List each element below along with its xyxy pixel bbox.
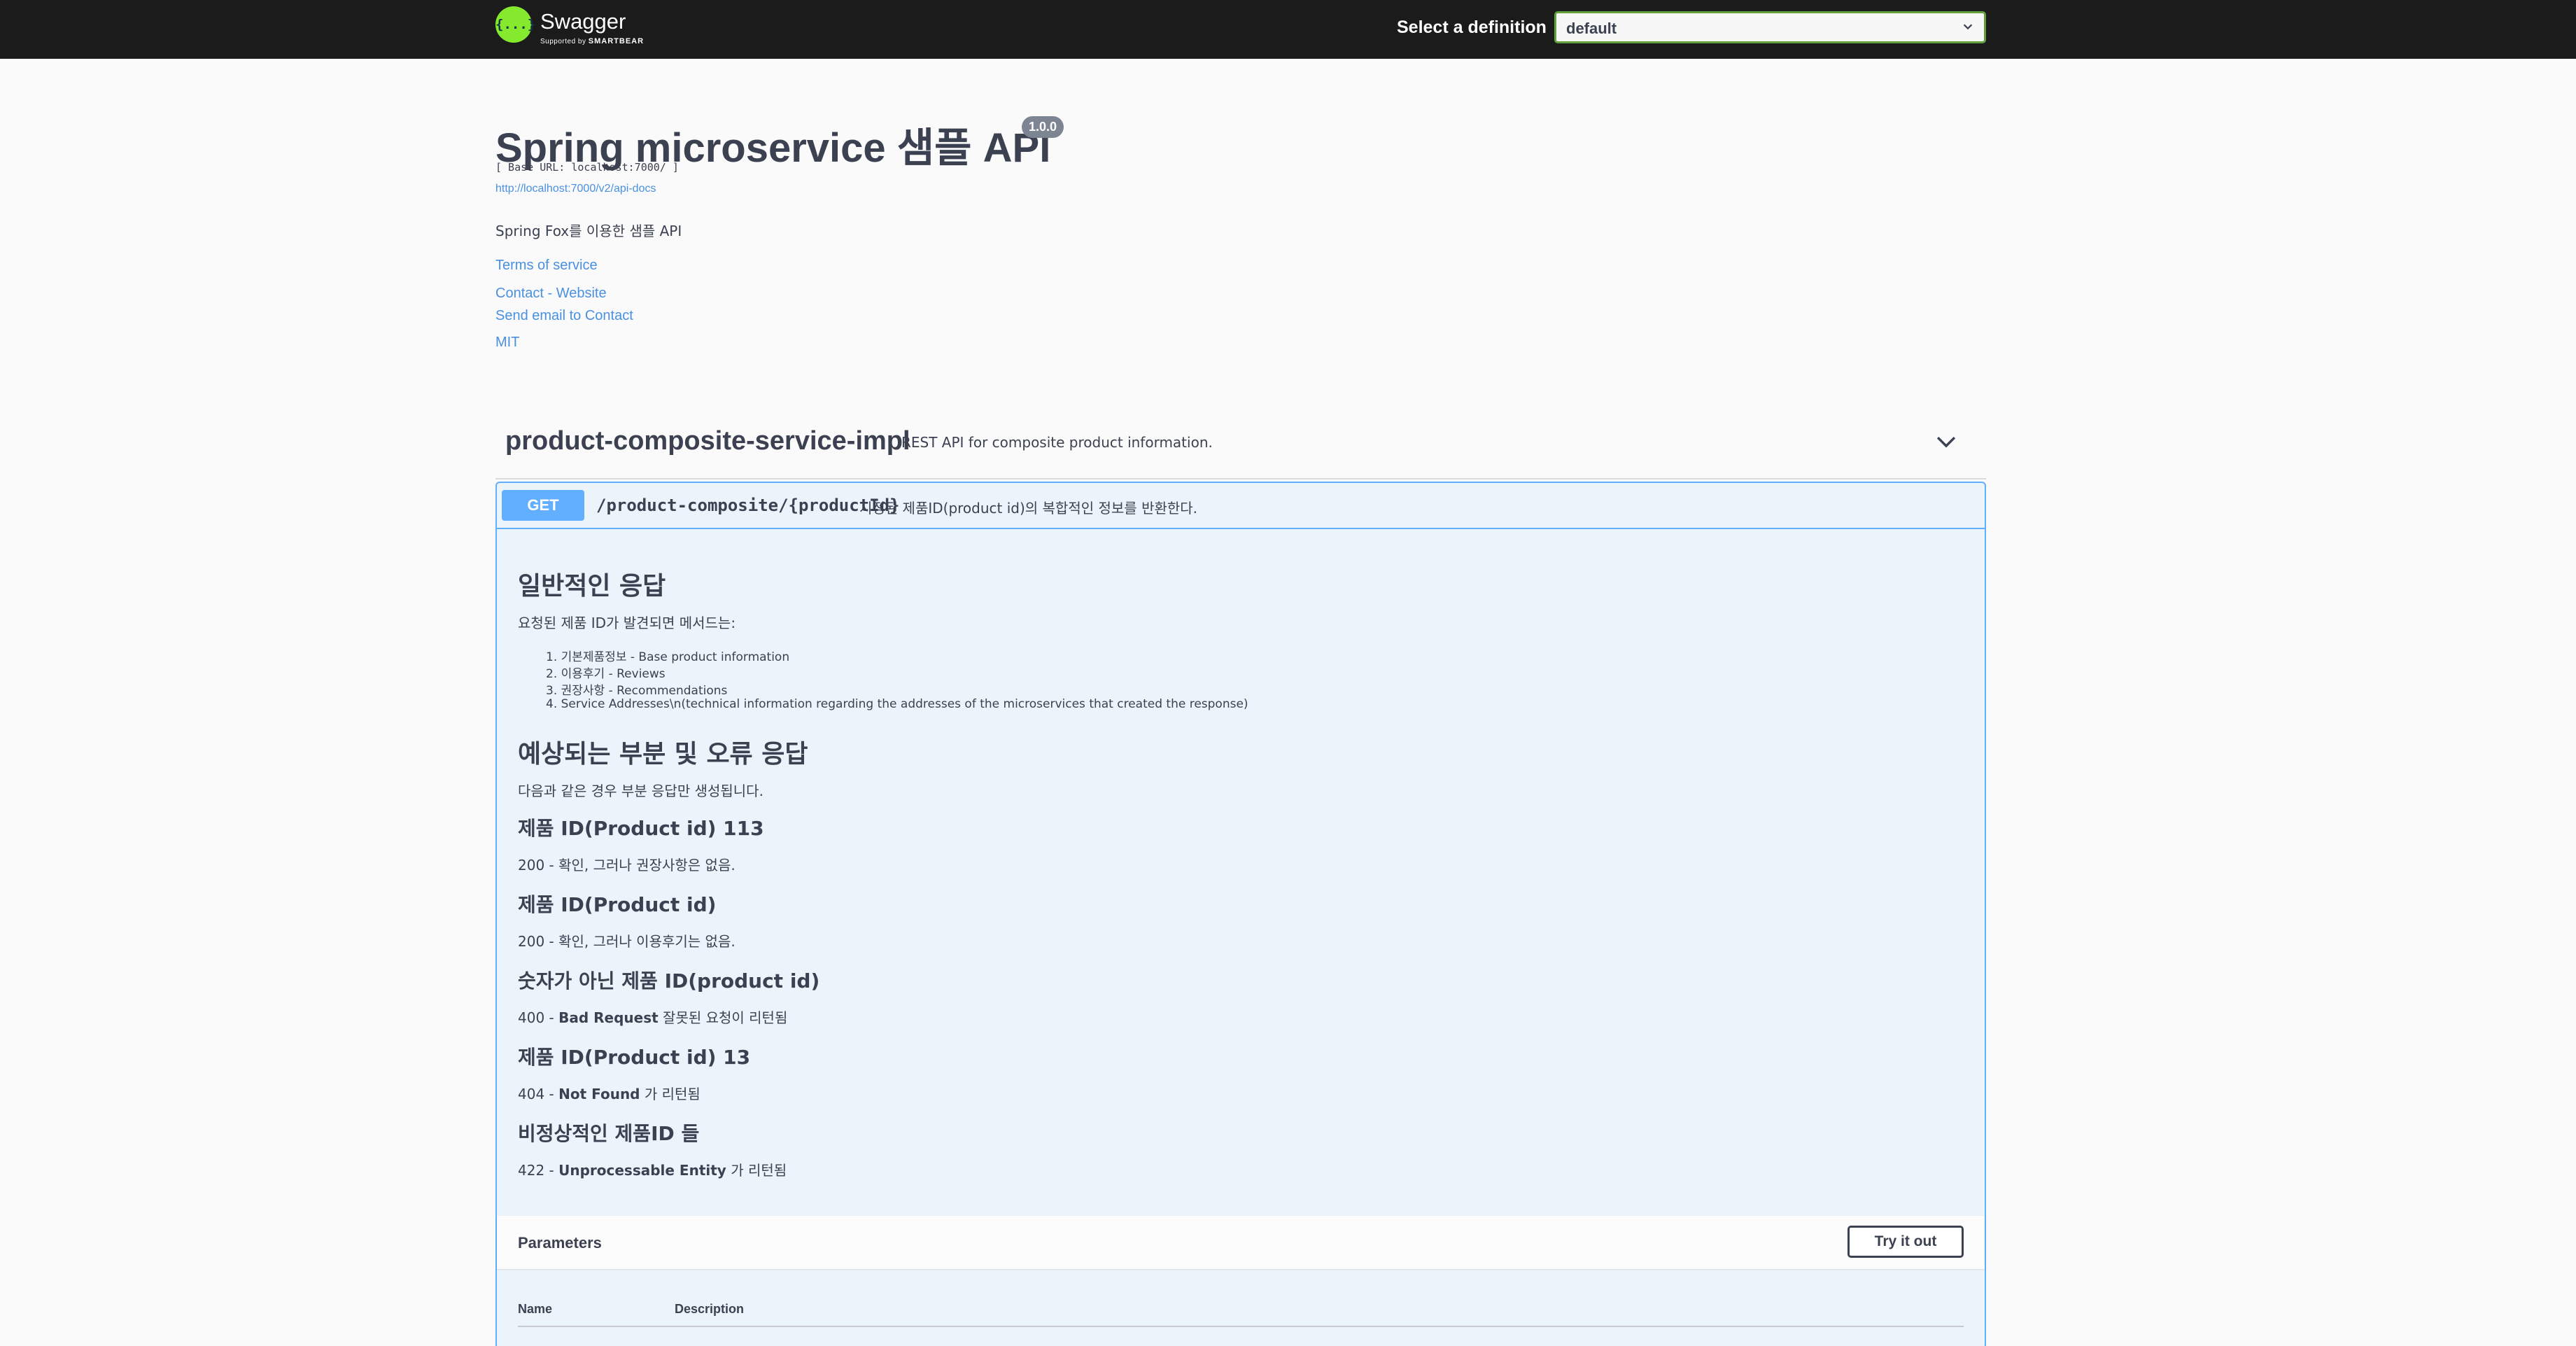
parameters-title: Parameters [518, 1234, 602, 1252]
case-heading: 비정상적인 제품ID 들 [518, 1122, 700, 1145]
logo-name: Swagger [540, 9, 626, 34]
case-heading: 제품 ID(Product id) 113 [518, 817, 764, 840]
api-docs-link[interactable]: http://localhost:7000/v2/api-docs [495, 183, 656, 195]
case-code: 200 - [518, 857, 559, 874]
try-it-out-button[interactable]: Try it out [1847, 1226, 1964, 1258]
case-description: 확인, 그러나 이용후기는 없음. [558, 933, 736, 950]
method-badge: GET [502, 490, 584, 521]
tag-name: product-composite-service-impl [505, 426, 910, 456]
case-code: 200 - [518, 933, 559, 950]
case-code: 400 - [518, 1009, 559, 1026]
case-status: Bad Request [558, 1009, 659, 1026]
case-status: Unprocessable Entity [558, 1162, 726, 1179]
logo-subtitle: Supported by SMARTBEAR [540, 37, 644, 45]
case-code: 404 - [518, 1086, 559, 1102]
case-text: 404 - Not Found 가 리턴됨 [518, 1083, 701, 1103]
column-header-name: Name [518, 1302, 553, 1316]
case-text: 400 - Bad Request 잘못된 요청이 리턴됨 [518, 1007, 787, 1027]
list-item: 4. Service Addresses\n(technical informa… [546, 697, 1248, 711]
list-item: 3. 권장사항 - Recommendations [546, 684, 728, 698]
case-heading: 제품 ID(Product id) 13 [518, 1046, 751, 1069]
case-text: 200 - 확인, 그러나 이용후기는 없음. [518, 930, 736, 951]
operation-summary[interactable]: GET /product-composite/{productId} 지정된 제… [497, 483, 1985, 529]
case-status: Not Found [558, 1086, 640, 1102]
normal-response-intro: 요청된 제품 ID가 발견되면 메서드는: [518, 615, 736, 631]
case-heading: 제품 ID(Product id) [518, 893, 717, 916]
definition-select[interactable]: default [1554, 11, 1986, 43]
parameters-table-header: Name Description [518, 1299, 1964, 1327]
list-item: 2. 이용후기 - Reviews [546, 667, 666, 681]
logo-sub-prefix: Supported by [540, 38, 586, 45]
license-link[interactable]: MIT [495, 335, 519, 351]
swagger-logo[interactable]: {...} Swagger Supported by SMARTBEAR [495, 6, 663, 50]
contact-website-link[interactable]: Contact - Website [495, 286, 607, 302]
version-badge: 1.0.0 [1022, 116, 1064, 138]
logo-sub-brand: SMARTBEAR [588, 37, 645, 45]
operation-summary-text: 지정된 제품ID(product id)의 복합적인 정보를 반환한다. [859, 500, 1198, 517]
topbar: {...} Swagger Supported by SMARTBEAR Sel… [0, 0, 2576, 59]
error-response-heading: 예상되는 부분 및 오류 응답 [518, 740, 808, 769]
terms-of-service-link[interactable]: Terms of service [495, 258, 598, 274]
chevron-down-icon[interactable] [1934, 430, 1958, 454]
case-code: 422 - [518, 1162, 559, 1179]
error-response-intro: 다음과 같은 경우 부분 응답만 생성됩니다. [518, 783, 763, 799]
case-text: 422 - Unprocessable Entity 가 리턴됨 [518, 1159, 787, 1179]
tag-section-header[interactable]: product-composite-service-impl REST API … [495, 416, 1986, 479]
definition-select-value: default [1566, 20, 1617, 37]
operation-path: /product-composite/{productId} [596, 496, 900, 515]
case-description: 확인, 그러나 권장사항은 없음. [558, 857, 736, 874]
contact-email-link[interactable]: Send email to Contact [495, 308, 633, 324]
case-description: 가 리턴됨 [726, 1162, 787, 1179]
operation-block: GET /product-composite/{productId} 지정된 제… [495, 482, 1986, 1346]
case-description: 가 리턴됨 [640, 1086, 701, 1102]
case-heading: 숫자가 아닌 제품 ID(product id) [518, 969, 820, 993]
column-header-description: Description [675, 1302, 745, 1316]
tag-description: REST API for composite product informati… [901, 434, 1213, 451]
case-text: 200 - 확인, 그러나 권장사항은 없음. [518, 854, 736, 874]
parameters-header: Parameters Try it out [497, 1216, 1985, 1269]
api-description: Spring Fox를 이용한 샘플 API [495, 223, 682, 239]
list-item: 1. 기본제품정보 - Base product information [546, 650, 790, 664]
normal-response-heading: 일반적인 응답 [518, 572, 666, 601]
swagger-logo-icon: {...} [495, 6, 535, 43]
chevron-down-icon [1963, 24, 1973, 30]
case-description: 잘못된 요청이 리턴됨 [658, 1009, 788, 1026]
select-definition-label: Select a definition [1397, 17, 1547, 37]
base-url: [ Base URL: localhost:7000/ ] [495, 161, 679, 174]
